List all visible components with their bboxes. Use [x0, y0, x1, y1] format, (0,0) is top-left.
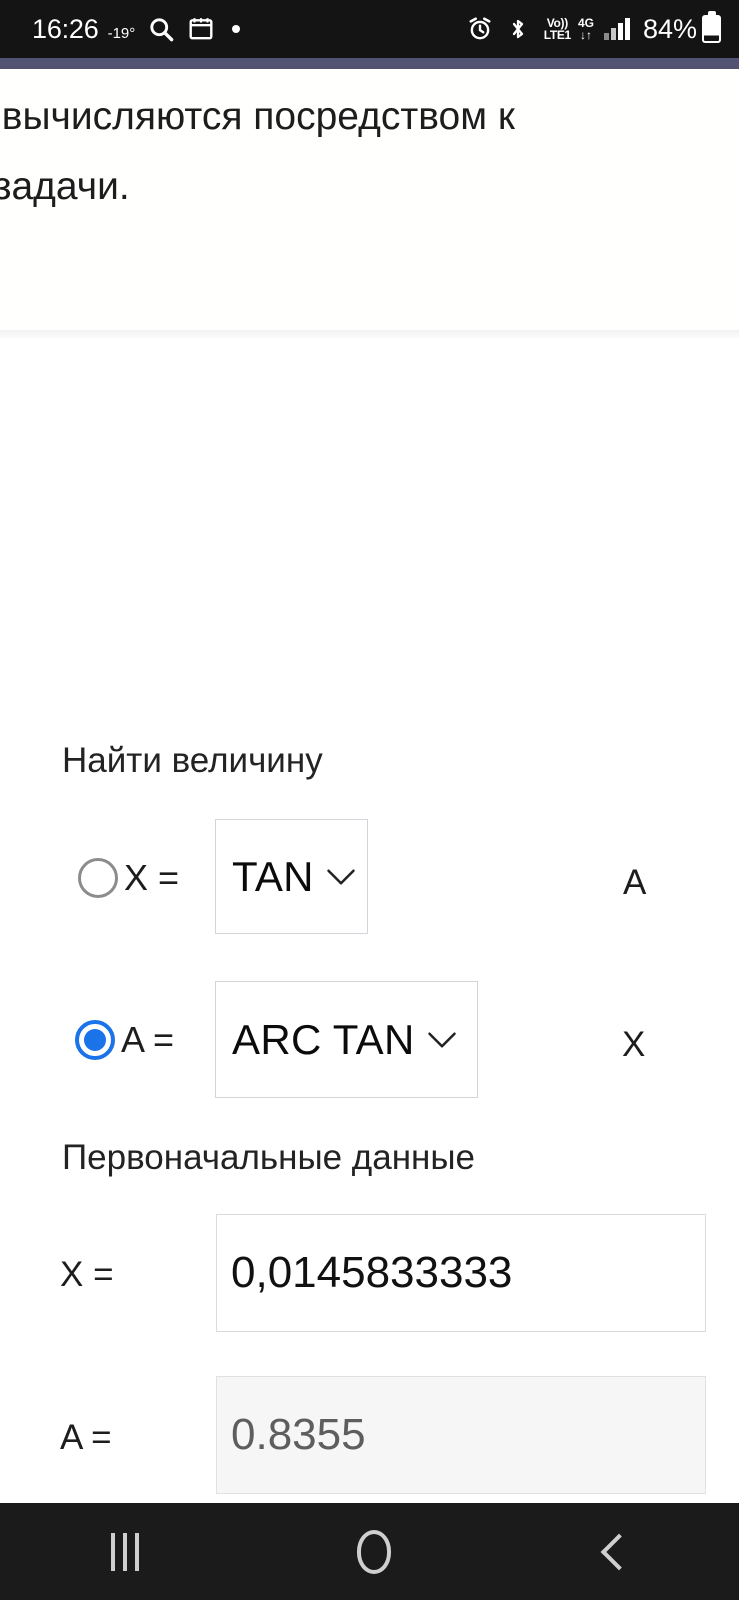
- search-icon: [148, 16, 175, 43]
- function-select-a[interactable]: ARC TAN: [215, 981, 478, 1098]
- battery-icon: [702, 11, 721, 43]
- status-clock: 16:26: [32, 13, 99, 44]
- initial-data-title: Первоначальные данные: [62, 1138, 475, 1177]
- input-x-value: 0,0145833333: [231, 1248, 513, 1297]
- alarm-icon: [467, 16, 493, 42]
- volte-indicator: Vo)) LTE1: [543, 17, 572, 42]
- option-x-argument-label: A: [623, 863, 647, 902]
- signal-bars-icon: [603, 18, 632, 40]
- recents-icon[interactable]: [107, 1532, 143, 1571]
- data-arrows-icon: ↓↑: [579, 28, 592, 42]
- battery-percent: 84%: [642, 13, 697, 44]
- radio-option-x[interactable]: [78, 858, 118, 898]
- option-a-equation-label: A =: [121, 1019, 175, 1060]
- dot-indicator-icon: [232, 25, 241, 33]
- browser-accent-bar: [0, 58, 739, 69]
- option-a-argument-label: X: [622, 1025, 646, 1064]
- back-icon[interactable]: [600, 1533, 638, 1570]
- radio-option-a[interactable]: [75, 1020, 115, 1060]
- input-a-label: A =: [60, 1418, 112, 1457]
- input-a-field[interactable]: 0.8355: [216, 1376, 706, 1494]
- option-x-equation-label: X =: [124, 857, 180, 898]
- status-bar-right: Vo)) LTE1 4G ↓↑ 84%: [454, 11, 721, 45]
- android-navigation-bar: [0, 1503, 739, 1600]
- function-select-x[interactable]: TAN: [215, 819, 368, 934]
- network-type-indicator: 4G ↓↑: [578, 17, 594, 41]
- article-paragraph-line-2: шей задачи.: [0, 165, 130, 208]
- notes-icon: [188, 16, 214, 42]
- bluetooth-icon: [506, 16, 530, 42]
- input-a-value: 0.8355: [231, 1410, 366, 1459]
- status-bar: 16:26 -19° Vo)) LTE1 4G ↓↑ 84%: [0, 0, 739, 58]
- page-article-area: кции вычисляются посредством к шей задач…: [0, 69, 739, 336]
- phone-screen: 16:26 -19° Vo)) LTE1 4G ↓↑ 84% вычисляют…: [0, 0, 739, 1600]
- article-paragraph: кции вычисляются посредством к шей задач…: [0, 82, 739, 222]
- volte-bottom-text: LTE1: [543, 28, 572, 42]
- find-value-title: Найти величину: [62, 741, 323, 780]
- section-divider: [0, 330, 739, 338]
- function-select-x-value: TAN: [232, 852, 314, 900]
- article-paragraph-line-1: кции вычисляются посредством к: [0, 95, 515, 138]
- home-icon[interactable]: [357, 1529, 392, 1574]
- chevron-down-icon: [326, 867, 356, 887]
- calculator-form: Найти величину X = TAN A A = ARC TAN X П…: [0, 338, 739, 1588]
- function-select-a-value: ARC TAN: [232, 1015, 415, 1063]
- status-temperature: -19°: [107, 24, 136, 42]
- status-bar-left: 16:26 -19°: [32, 13, 241, 45]
- input-x-field[interactable]: 0,0145833333: [216, 1214, 706, 1332]
- input-x-label: X =: [60, 1255, 114, 1294]
- chevron-down-icon: [427, 1030, 457, 1050]
